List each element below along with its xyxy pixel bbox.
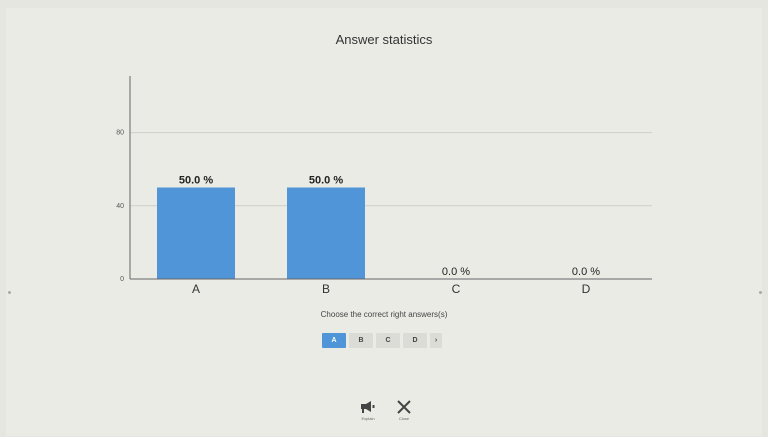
value-label-c: 0.0 % — [442, 266, 470, 278]
answer-options: A B C D › — [322, 333, 442, 348]
prev-dot[interactable] — [8, 291, 11, 294]
value-label-b: 50.0 % — [309, 175, 343, 187]
y-tick-label: 40 — [116, 203, 124, 210]
y-tick-label: 0 — [120, 276, 124, 283]
megaphone-icon — [361, 401, 375, 413]
value-label-d: 0.0 % — [572, 266, 600, 278]
y-tick-label: 80 — [116, 130, 124, 137]
close-button[interactable]: Close — [393, 400, 415, 421]
explain-label: Explain — [361, 416, 375, 421]
option-d[interactable]: D — [403, 333, 427, 348]
category-label-b: B — [322, 282, 330, 296]
question-prompt: Choose the correct right answers(s) — [320, 310, 448, 319]
bar-a — [157, 187, 235, 279]
next-dot[interactable] — [759, 291, 762, 294]
more-options-button[interactable]: › — [430, 333, 442, 348]
option-c[interactable]: C — [376, 333, 400, 348]
close-label: Close — [398, 416, 410, 421]
category-label-c: C — [452, 282, 461, 296]
option-a[interactable]: A — [322, 333, 346, 348]
option-b[interactable]: B — [349, 333, 373, 348]
value-label-a: 50.0 % — [179, 175, 213, 187]
category-label-d: D — [582, 282, 591, 296]
bar-b — [287, 187, 365, 279]
chevron-right-icon: › — [434, 337, 438, 344]
category-label-a: A — [192, 282, 200, 296]
explain-button[interactable]: Explain — [357, 400, 379, 421]
close-icon — [397, 400, 411, 414]
bar-chart: 0 40 80 50.0 % A 50.0 % B 0.0 % C 0.0 % D — [116, 76, 652, 296]
